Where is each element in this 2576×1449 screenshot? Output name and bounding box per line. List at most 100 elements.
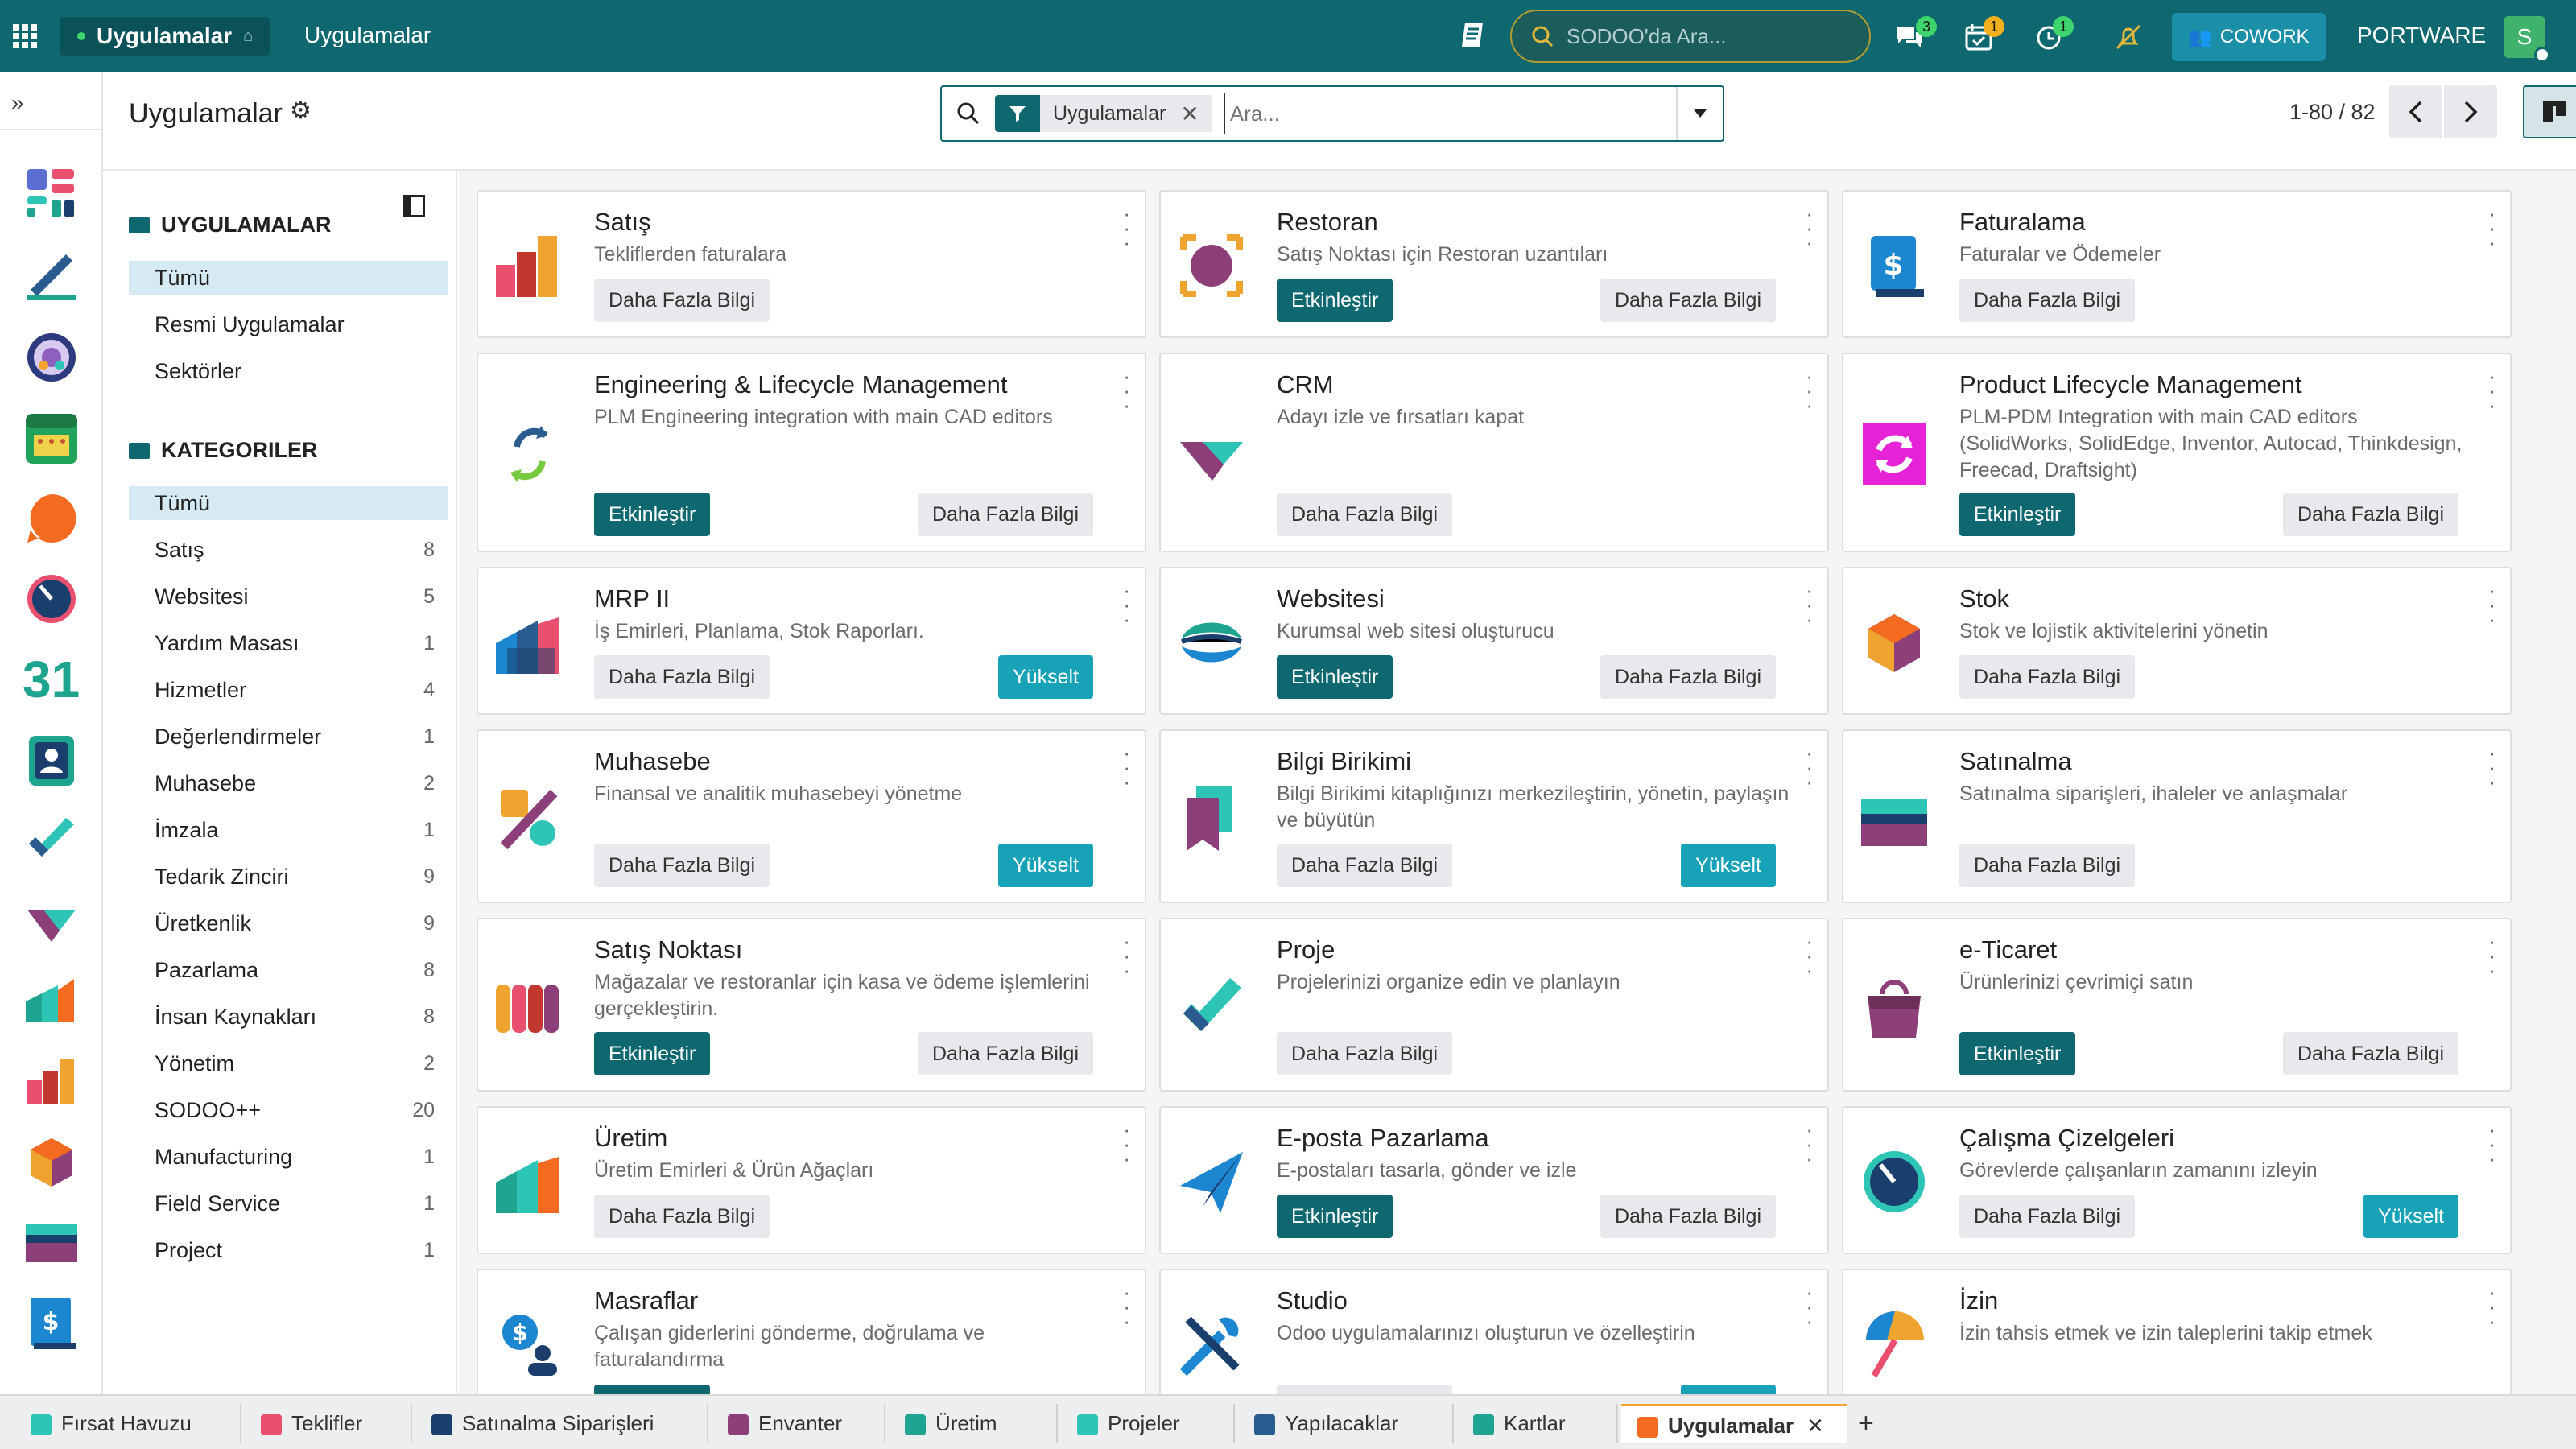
search-input[interactable] bbox=[1223, 93, 1676, 134]
kebab-menu-icon[interactable]: · · · bbox=[1806, 580, 1813, 630]
kebab-menu-icon[interactable]: · · · bbox=[1123, 742, 1130, 792]
upgrade-button[interactable]: Yükselt bbox=[998, 655, 1093, 699]
more-info-button[interactable]: Daha Fazla Bilgi bbox=[917, 1032, 1093, 1075]
activate-button[interactable]: Etkinleştir bbox=[1277, 279, 1393, 322]
app-card[interactable]: Stok Stok ve lojistik aktivitelerini yöne… bbox=[1842, 567, 2512, 715]
app-card[interactable]: Websitesi Kurumsal web sitesi oluşturucu ·… bbox=[1159, 567, 1829, 715]
filter-app-item[interactable]: Sektörler bbox=[129, 354, 448, 388]
more-info-button[interactable]: Daha Fazla Bilgi bbox=[2282, 1032, 2458, 1075]
sidebar-project-icon[interactable] bbox=[23, 811, 80, 869]
more-info-button[interactable]: Daha Fazla Bilgi bbox=[1600, 655, 1776, 699]
add-tab-icon[interactable]: + bbox=[1858, 1404, 1874, 1443]
search-icon[interactable] bbox=[956, 101, 980, 126]
activate-button[interactable]: Etkinleştir bbox=[594, 493, 711, 536]
filter-category-item[interactable]: İmzala 1 bbox=[129, 813, 448, 847]
pager-value[interactable]: 1-80 / 82 bbox=[2289, 100, 2376, 125]
dnd-bell-icon[interactable] bbox=[2114, 23, 2143, 52]
activate-button[interactable]: Etkinleştir bbox=[1959, 1032, 2076, 1075]
bottom-tab[interactable]: Üretim bbox=[889, 1404, 1058, 1443]
notes-icon[interactable] bbox=[1459, 19, 1488, 52]
filter-category-item[interactable]: Muhasebe 2 bbox=[129, 766, 448, 800]
pager-prev-button[interactable] bbox=[2389, 85, 2442, 138]
app-card[interactable]: Studio Odoo uygulamalarınızı oluşturun ve… bbox=[1159, 1269, 1829, 1394]
menu-app-link[interactable]: Uygulamalar bbox=[304, 23, 431, 48]
cowork-button[interactable]: 👥 COWORK bbox=[2172, 13, 2326, 61]
sidebar-crm-icon[interactable] bbox=[23, 892, 80, 950]
app-card[interactable]: Çalışma Çizelgeleri Görevlerde çalışanlar… bbox=[1842, 1106, 2512, 1254]
sidebar-invoicing-icon[interactable]: $ bbox=[23, 1294, 80, 1352]
kebab-menu-icon[interactable]: · · · bbox=[1123, 365, 1130, 415]
more-info-button[interactable]: Daha Fazla Bilgi bbox=[1959, 655, 2136, 699]
sidebar-calendar31-icon[interactable]: 31 bbox=[23, 650, 80, 708]
app-card[interactable]: Üretim Üretim Emirleri & Ürün Ağaçları · · ·… bbox=[477, 1106, 1146, 1254]
sidebar-contacts-icon[interactable] bbox=[23, 731, 80, 789]
more-info-button[interactable]: Daha Fazla Bilgi bbox=[1959, 844, 2136, 887]
activate-button[interactable]: Etkinleştir bbox=[1277, 1195, 1393, 1238]
close-tab-icon[interactable]: ✕ bbox=[1806, 1414, 1824, 1438]
kebab-menu-icon[interactable]: · · · bbox=[2488, 1119, 2496, 1169]
current-app-pill[interactable]: Uygulamalar ⌂ bbox=[60, 17, 271, 56]
activate-button[interactable]: Etkinleştir bbox=[594, 1032, 711, 1075]
filter-category-item[interactable]: Tümü bbox=[129, 486, 448, 520]
filter-category-item[interactable]: Satış 8 bbox=[129, 533, 448, 567]
app-card[interactable]: İzin İzin tahsis etmek ve izin taleplerin… bbox=[1842, 1269, 2512, 1394]
timer-icon[interactable]: 1 bbox=[2035, 16, 2074, 52]
expand-sidebar-icon[interactable]: » bbox=[11, 90, 24, 116]
sidebar-manufacturing-icon[interactable] bbox=[23, 972, 80, 1030]
apps-grid-icon[interactable] bbox=[13, 24, 37, 48]
kebab-menu-icon[interactable]: · · · bbox=[2488, 580, 2496, 630]
filter-category-item[interactable]: Yardım Masası 1 bbox=[129, 626, 448, 660]
more-info-button[interactable]: Daha Fazla Bilgi bbox=[2282, 493, 2458, 536]
filter-category-item[interactable]: Tedarik Zinciri 9 bbox=[129, 860, 448, 894]
global-search[interactable]: SODOO'da Ara... bbox=[1510, 10, 1871, 63]
app-card[interactable]: $ Masraflar Çalışan giderlerini gönderme, … bbox=[477, 1269, 1146, 1394]
search-options-toggle[interactable] bbox=[1676, 87, 1723, 140]
more-info-button[interactable]: Daha Fazla Bilgi bbox=[1959, 279, 2136, 322]
bottom-tab[interactable]: Uygulamalar ✕ bbox=[1621, 1404, 1847, 1443]
filter-category-item[interactable]: Websitesi 5 bbox=[129, 580, 448, 613]
filter-app-item[interactable]: Tümü bbox=[129, 261, 448, 295]
more-info-button[interactable]: Daha Fazla Bilgi bbox=[594, 844, 770, 887]
bottom-tab[interactable]: Projeler bbox=[1061, 1404, 1235, 1443]
app-card[interactable]: e-Ticaret Ürünlerinizi çevrimiçi satın · · ·… bbox=[1842, 918, 2512, 1092]
filter-category-item[interactable]: Değerlendirmeler 1 bbox=[129, 720, 448, 753]
filter-category-item[interactable]: Manufacturing 1 bbox=[129, 1140, 448, 1174]
kebab-menu-icon[interactable]: · · · bbox=[1123, 1119, 1130, 1169]
more-info-button[interactable]: Daha Fazla Bilgi bbox=[1277, 1385, 1453, 1394]
more-info-button[interactable]: Daha Fazla Bilgi bbox=[594, 655, 770, 699]
app-card[interactable]: Engineering & Lifecycle Management PLM En… bbox=[477, 353, 1146, 552]
more-info-button[interactable]: Daha Fazla Bilgi bbox=[1600, 279, 1776, 322]
sidebar-dashboard-icon[interactable] bbox=[23, 163, 80, 221]
kebab-menu-icon[interactable]: · · · bbox=[1806, 1282, 1813, 1331]
app-card[interactable]: $ Faturalama Faturalar ve Ödemeler · · · Daha … bbox=[1842, 190, 2512, 338]
kebab-menu-icon[interactable]: · · · bbox=[1123, 580, 1130, 630]
kebab-menu-icon[interactable]: · · · bbox=[2488, 742, 2496, 792]
app-card[interactable]: Satış Noktası Mağazalar ve restoranlar iç… bbox=[477, 918, 1146, 1092]
bottom-tab[interactable]: Satınalma Siparişleri bbox=[415, 1404, 708, 1443]
filter-category-item[interactable]: İnsan Kaynakları 8 bbox=[129, 1000, 448, 1034]
more-info-button[interactable]: Daha Fazla Bilgi bbox=[594, 279, 770, 322]
upgrade-button[interactable]: Yükselt bbox=[1681, 844, 1776, 887]
kebab-menu-icon[interactable]: · · · bbox=[1806, 203, 1813, 253]
bottom-tab[interactable]: Envanter bbox=[712, 1404, 886, 1443]
filter-category-item[interactable]: Field Service 1 bbox=[129, 1187, 448, 1220]
kebab-menu-icon[interactable]: · · · bbox=[1806, 365, 1813, 415]
filter-category-item[interactable]: Hizmetler 4 bbox=[129, 673, 448, 707]
bottom-tab[interactable]: Fırsat Havuzu bbox=[14, 1404, 242, 1443]
panel-collapse-icon[interactable] bbox=[402, 195, 425, 217]
kebab-menu-icon[interactable]: · · · bbox=[1806, 1119, 1813, 1169]
facet-remove-icon[interactable]: ✕ bbox=[1180, 101, 1212, 127]
kebab-menu-icon[interactable]: · · · bbox=[2488, 203, 2496, 253]
bottom-tab[interactable]: Teklifler bbox=[245, 1404, 412, 1443]
sidebar-community-icon[interactable] bbox=[23, 328, 80, 386]
filter-category-item[interactable]: Yönetim 2 bbox=[129, 1046, 448, 1080]
more-info-button[interactable]: Daha Fazla Bilgi bbox=[1277, 493, 1453, 536]
settings-gear-icon[interactable]: ⚙ bbox=[290, 97, 312, 125]
more-info-button[interactable]: Daha Fazla Bilgi bbox=[1600, 1195, 1776, 1238]
more-info-button[interactable]: Daha Fazla Bilgi bbox=[917, 493, 1093, 536]
app-card[interactable]: Proje Projelerinizi organize edin ve plan… bbox=[1159, 918, 1829, 1092]
more-info-button[interactable]: Daha Fazla Bilgi bbox=[1277, 844, 1453, 887]
sidebar-calendar-icon[interactable] bbox=[23, 409, 80, 467]
chat-icon[interactable]: 3 bbox=[1893, 16, 1937, 52]
kebab-menu-icon[interactable]: · · · bbox=[2488, 1282, 2496, 1331]
